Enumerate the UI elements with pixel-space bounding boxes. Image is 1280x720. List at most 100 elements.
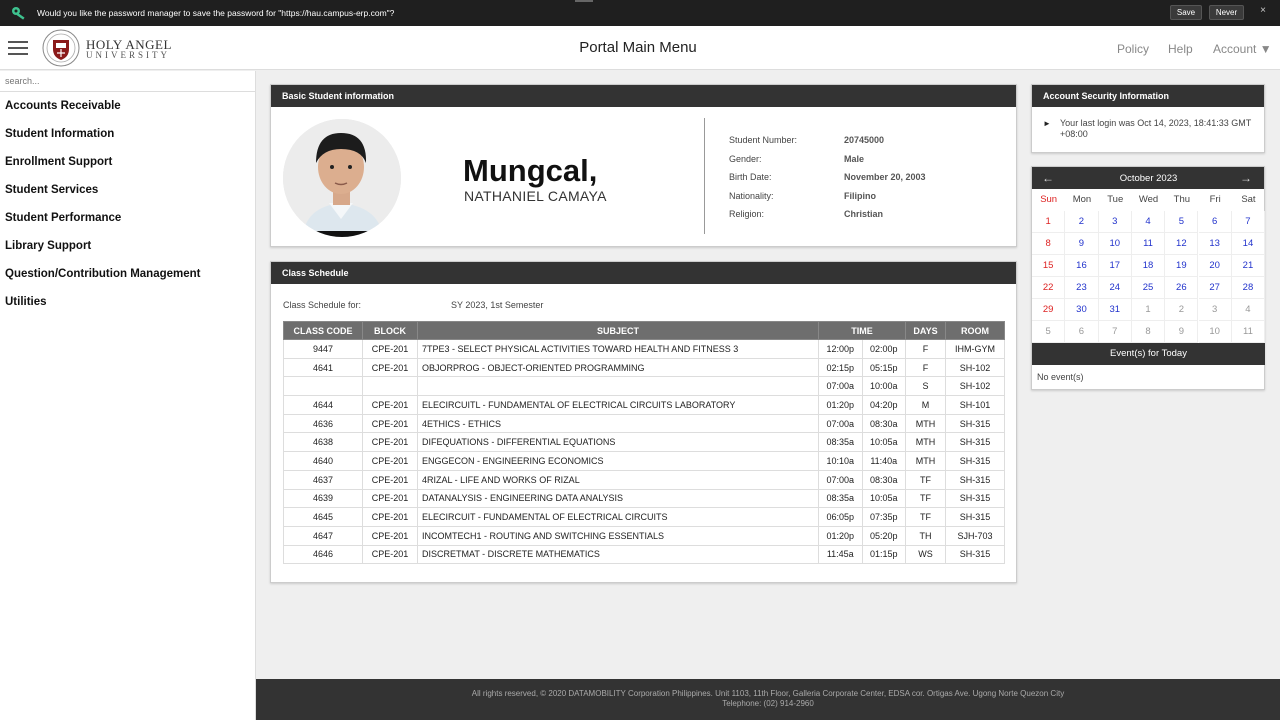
calendar-day[interactable]: 31 bbox=[1098, 299, 1132, 321]
sidebar-item-student-information[interactable]: Student Information bbox=[5, 128, 114, 140]
gender-value: Male bbox=[844, 154, 865, 164]
start-time-cell: 08:35a bbox=[818, 432, 863, 453]
sidebar-item-utilities[interactable]: Utilities bbox=[5, 296, 47, 308]
room-cell: SH-315 bbox=[945, 413, 1005, 434]
sidebar: Accounts Receivable Student Information … bbox=[0, 71, 256, 720]
calendar-day[interactable]: 7 bbox=[1098, 321, 1132, 343]
weekday-label: Mon bbox=[1072, 194, 1092, 205]
end-time-cell: 10:05a bbox=[861, 488, 906, 509]
calendar-day[interactable]: 28 bbox=[1231, 277, 1266, 299]
block-cell: CPE-201 bbox=[362, 357, 418, 378]
calendar-day[interactable]: 13 bbox=[1198, 233, 1232, 255]
calendar-day[interactable]: 15 bbox=[1032, 255, 1066, 277]
start-time-cell: 07:00a bbox=[818, 413, 863, 434]
block-cell: CPE-201 bbox=[362, 544, 418, 565]
calendar-day[interactable]: 9 bbox=[1065, 233, 1099, 255]
block-cell: CPE-201 bbox=[362, 432, 418, 453]
class-schedule-table: CLASS CODE BLOCK SUBJECT TIME DAYS ROOM … bbox=[283, 321, 1005, 565]
calendar-day[interactable]: 10 bbox=[1098, 233, 1132, 255]
panel-title: Account Security Information bbox=[1032, 85, 1264, 107]
subject-cell: ELECIRCUITL - FUNDAMENTAL OF ELECTRICAL … bbox=[417, 395, 819, 415]
table-row: 4639 CPE-201 DATANALYSIS - ENGINEERING DAT… bbox=[283, 488, 1005, 509]
calendar-day[interactable]: 21 bbox=[1231, 255, 1266, 277]
calendar-day[interactable]: 5 bbox=[1032, 321, 1066, 343]
end-time-cell: 04:20p bbox=[861, 395, 906, 415]
sidebar-item-student-services[interactable]: Student Services bbox=[5, 184, 98, 196]
calendar-day[interactable]: 1 bbox=[1032, 211, 1066, 233]
help-link[interactable]: Help bbox=[1168, 42, 1193, 56]
calendar-day[interactable]: 12 bbox=[1165, 233, 1199, 255]
student-info-panel: Basic Student information Mungcal, NATHA… bbox=[270, 84, 1017, 247]
calendar-day[interactable]: 11 bbox=[1231, 321, 1266, 343]
events-header: Event(s) for Today bbox=[1032, 343, 1265, 365]
sidebar-item-accounts-receivable[interactable]: Accounts Receivable bbox=[5, 100, 121, 112]
save-password-button[interactable]: Save bbox=[1170, 5, 1202, 20]
calendar-day[interactable]: 2 bbox=[1065, 211, 1099, 233]
calendar-day[interactable]: 4 bbox=[1131, 211, 1166, 233]
column-header-class-code: CLASS CODE bbox=[283, 321, 363, 340]
days-cell: F bbox=[905, 339, 946, 359]
calendar-day[interactable]: 6 bbox=[1198, 211, 1232, 233]
calendar-day[interactable]: 24 bbox=[1098, 277, 1132, 299]
calendar-day[interactable]: 14 bbox=[1231, 233, 1266, 255]
student-number-label: Student Number: bbox=[729, 135, 798, 145]
calendar-day[interactable]: 1 bbox=[1131, 299, 1166, 321]
room-cell: SH-315 bbox=[945, 469, 1005, 490]
footer-address: All rights reserved, © 2020 DATAMOBILITY… bbox=[471, 689, 1065, 698]
next-month-arrow-icon[interactable]: → bbox=[1240, 171, 1252, 185]
calendar-day[interactable]: 20 bbox=[1198, 255, 1232, 277]
calendar-day[interactable]: 10 bbox=[1198, 321, 1232, 343]
sidebar-item-enrollment-support[interactable]: Enrollment Support bbox=[5, 156, 112, 168]
subject-cell: DATANALYSIS - ENGINEERING DATA ANALYSIS bbox=[417, 488, 819, 509]
start-time-cell: 10:10a bbox=[818, 451, 863, 471]
class-schedule-panel: Class Schedule Class Schedule for: SY 20… bbox=[270, 261, 1017, 583]
class-code-cell: 4638 bbox=[283, 432, 363, 453]
table-row: 4638 CPE-201 DIFEQUATIONS - DIFFERENTIAL E… bbox=[283, 432, 1005, 453]
policy-link[interactable]: Policy bbox=[1117, 42, 1149, 56]
calendar-day[interactable]: 27 bbox=[1198, 277, 1232, 299]
calendar-day[interactable]: 3 bbox=[1098, 211, 1132, 233]
calendar-day[interactable]: 23 bbox=[1065, 277, 1099, 299]
sidebar-item-student-performance[interactable]: Student Performance bbox=[5, 212, 121, 224]
class-code-cell: 4646 bbox=[283, 544, 363, 565]
calendar-day[interactable]: 25 bbox=[1131, 277, 1166, 299]
calendar-day[interactable]: 7 bbox=[1231, 211, 1266, 233]
never-save-button[interactable]: Never bbox=[1209, 5, 1244, 20]
footer-telephone: Telephone: (02) 914-2960 bbox=[722, 699, 814, 708]
calendar-day[interactable]: 19 bbox=[1165, 255, 1199, 277]
calendar-day[interactable]: 26 bbox=[1165, 277, 1199, 299]
start-time-cell: 01:20p bbox=[818, 395, 863, 415]
calendar-day[interactable]: 4 bbox=[1231, 299, 1266, 321]
panel-title: Class Schedule bbox=[271, 262, 1016, 284]
sidebar-item-question-contribution[interactable]: Question/Contribution Management bbox=[5, 268, 201, 280]
calendar-day[interactable]: 2 bbox=[1165, 299, 1199, 321]
calendar-day[interactable]: 29 bbox=[1032, 299, 1066, 321]
calendar-day[interactable]: 22 bbox=[1032, 277, 1066, 299]
start-time-cell: 11:45a bbox=[818, 544, 863, 565]
room-cell: SJH-703 bbox=[945, 525, 1005, 546]
calendar-day[interactable]: 3 bbox=[1198, 299, 1232, 321]
end-time-cell: 08:30a bbox=[861, 469, 906, 490]
subject-cell: INCOMTECH1 - ROUTING AND SWITCHING ESSEN… bbox=[417, 525, 819, 546]
subject-cell: ELECIRCUIT - FUNDAMENTAL OF ELECTRICAL C… bbox=[417, 507, 819, 527]
start-time-cell: 06:05p bbox=[818, 507, 863, 527]
subject-cell: OBJORPROG - OBJECT-ORIENTED PROGRAMMING bbox=[417, 357, 819, 378]
calendar-day[interactable]: 30 bbox=[1065, 299, 1099, 321]
schedule-for-label: Class Schedule for: bbox=[283, 300, 362, 310]
account-dropdown[interactable]: Account ▼ bbox=[1213, 42, 1272, 56]
schedule-term: SY 2023, 1st Semester bbox=[451, 300, 544, 310]
class-code-cell bbox=[283, 376, 363, 397]
calendar-day[interactable]: 5 bbox=[1165, 211, 1199, 233]
close-icon[interactable]: × bbox=[1257, 5, 1269, 16]
nationality-label: Nationality: bbox=[729, 191, 774, 201]
calendar-day[interactable]: 11 bbox=[1131, 233, 1166, 255]
calendar-day[interactable]: 16 bbox=[1065, 255, 1099, 277]
calendar-day[interactable]: 18 bbox=[1131, 255, 1166, 277]
calendar-day[interactable]: 6 bbox=[1065, 321, 1099, 343]
calendar-day[interactable]: 8 bbox=[1131, 321, 1166, 343]
calendar-day[interactable]: 8 bbox=[1032, 233, 1066, 255]
search-input[interactable] bbox=[0, 71, 255, 92]
sidebar-item-library-support[interactable]: Library Support bbox=[5, 240, 91, 252]
calendar-day[interactable]: 17 bbox=[1098, 255, 1132, 277]
calendar-day[interactable]: 9 bbox=[1165, 321, 1199, 343]
